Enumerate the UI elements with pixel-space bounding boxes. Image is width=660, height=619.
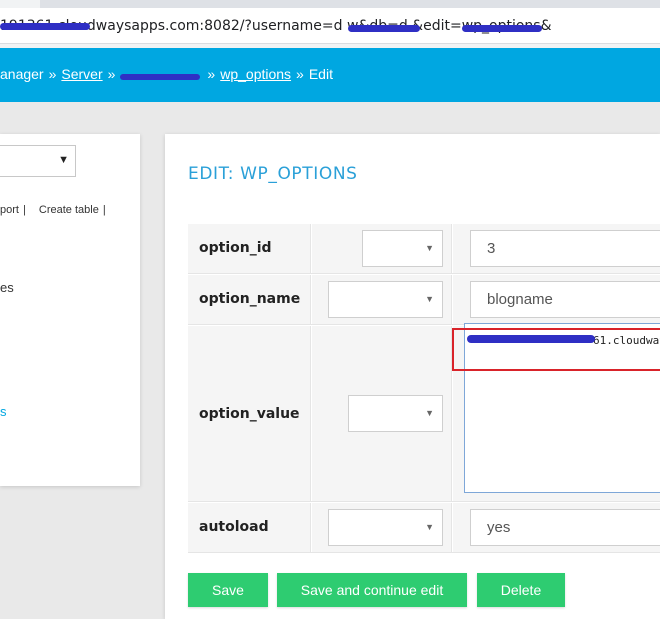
breadcrumb-separator: »	[107, 66, 116, 82]
left-list-item[interactable]: s	[0, 404, 7, 419]
caret-down-icon: ▼	[58, 154, 69, 166]
redaction-mark	[0, 23, 90, 30]
breadcrumb-item-table[interactable]: wp_options	[220, 66, 291, 82]
function-select[interactable]: ▼	[348, 395, 443, 432]
breadcrumb: anager» Server»» wp_options» Edit	[0, 66, 333, 82]
field-label: option_value	[199, 406, 300, 422]
field-label: option_name	[199, 291, 301, 307]
breadcrumb-separator: »	[48, 66, 57, 82]
address-bar[interactable]: 191361.cloudwaysapps.com:8082/?username=…	[0, 8, 660, 44]
link-separator: |	[22, 204, 26, 216]
function-select[interactable]: ▼	[328, 281, 443, 318]
caret-down-icon: ▼	[425, 408, 434, 418]
breadcrumb-item-server[interactable]: Server	[61, 66, 102, 82]
save-and-continue-button[interactable]: Save and continue edit	[277, 573, 467, 607]
left-list-item[interactable]: es	[0, 280, 14, 295]
export-link[interactable]: port	[0, 204, 19, 216]
value-input[interactable]: yes	[470, 509, 660, 546]
breadcrumb-bar: anager» Server»» wp_options» Edit	[0, 48, 660, 102]
caret-down-icon: ▼	[425, 243, 434, 253]
tab-strip	[40, 0, 660, 8]
left-panel: ▼ port | Create table | es s	[0, 134, 140, 486]
highlight-box	[452, 328, 660, 371]
value-input[interactable]: blogname	[470, 281, 660, 318]
create-table-link[interactable]: Create table	[39, 204, 99, 216]
redaction-mark	[348, 25, 420, 32]
redaction-mark	[462, 25, 542, 32]
caret-down-icon: ▼	[425, 522, 434, 532]
redaction-mark	[120, 74, 201, 80]
save-button[interactable]: Save	[188, 573, 268, 607]
field-label: option_id	[199, 240, 272, 256]
caret-down-icon: ▼	[425, 294, 434, 304]
value-input[interactable]: 3	[470, 230, 660, 267]
edit-panel: EDIT: WP_OPTIONS option_id ▼ 3 option_na…	[165, 134, 660, 619]
delete-button[interactable]: Delete	[477, 573, 565, 607]
link-separator: |	[102, 204, 106, 216]
database-select[interactable]: ▼	[0, 145, 76, 177]
function-select[interactable]: ▼	[362, 230, 443, 267]
breadcrumb-separator: »	[296, 66, 304, 82]
function-select[interactable]: ▼	[328, 509, 443, 546]
breadcrumb-item-edit: Edit	[308, 66, 333, 82]
page-title: EDIT: WP_OPTIONS	[188, 164, 358, 184]
breadcrumb-item-manager[interactable]: anager	[0, 66, 44, 82]
browser-chrome: 191361.cloudwaysapps.com:8082/?username=…	[0, 0, 660, 48]
left-links: port | Create table |	[0, 204, 110, 216]
breadcrumb-separator: »	[207, 66, 216, 82]
field-label: autoload	[199, 519, 269, 535]
